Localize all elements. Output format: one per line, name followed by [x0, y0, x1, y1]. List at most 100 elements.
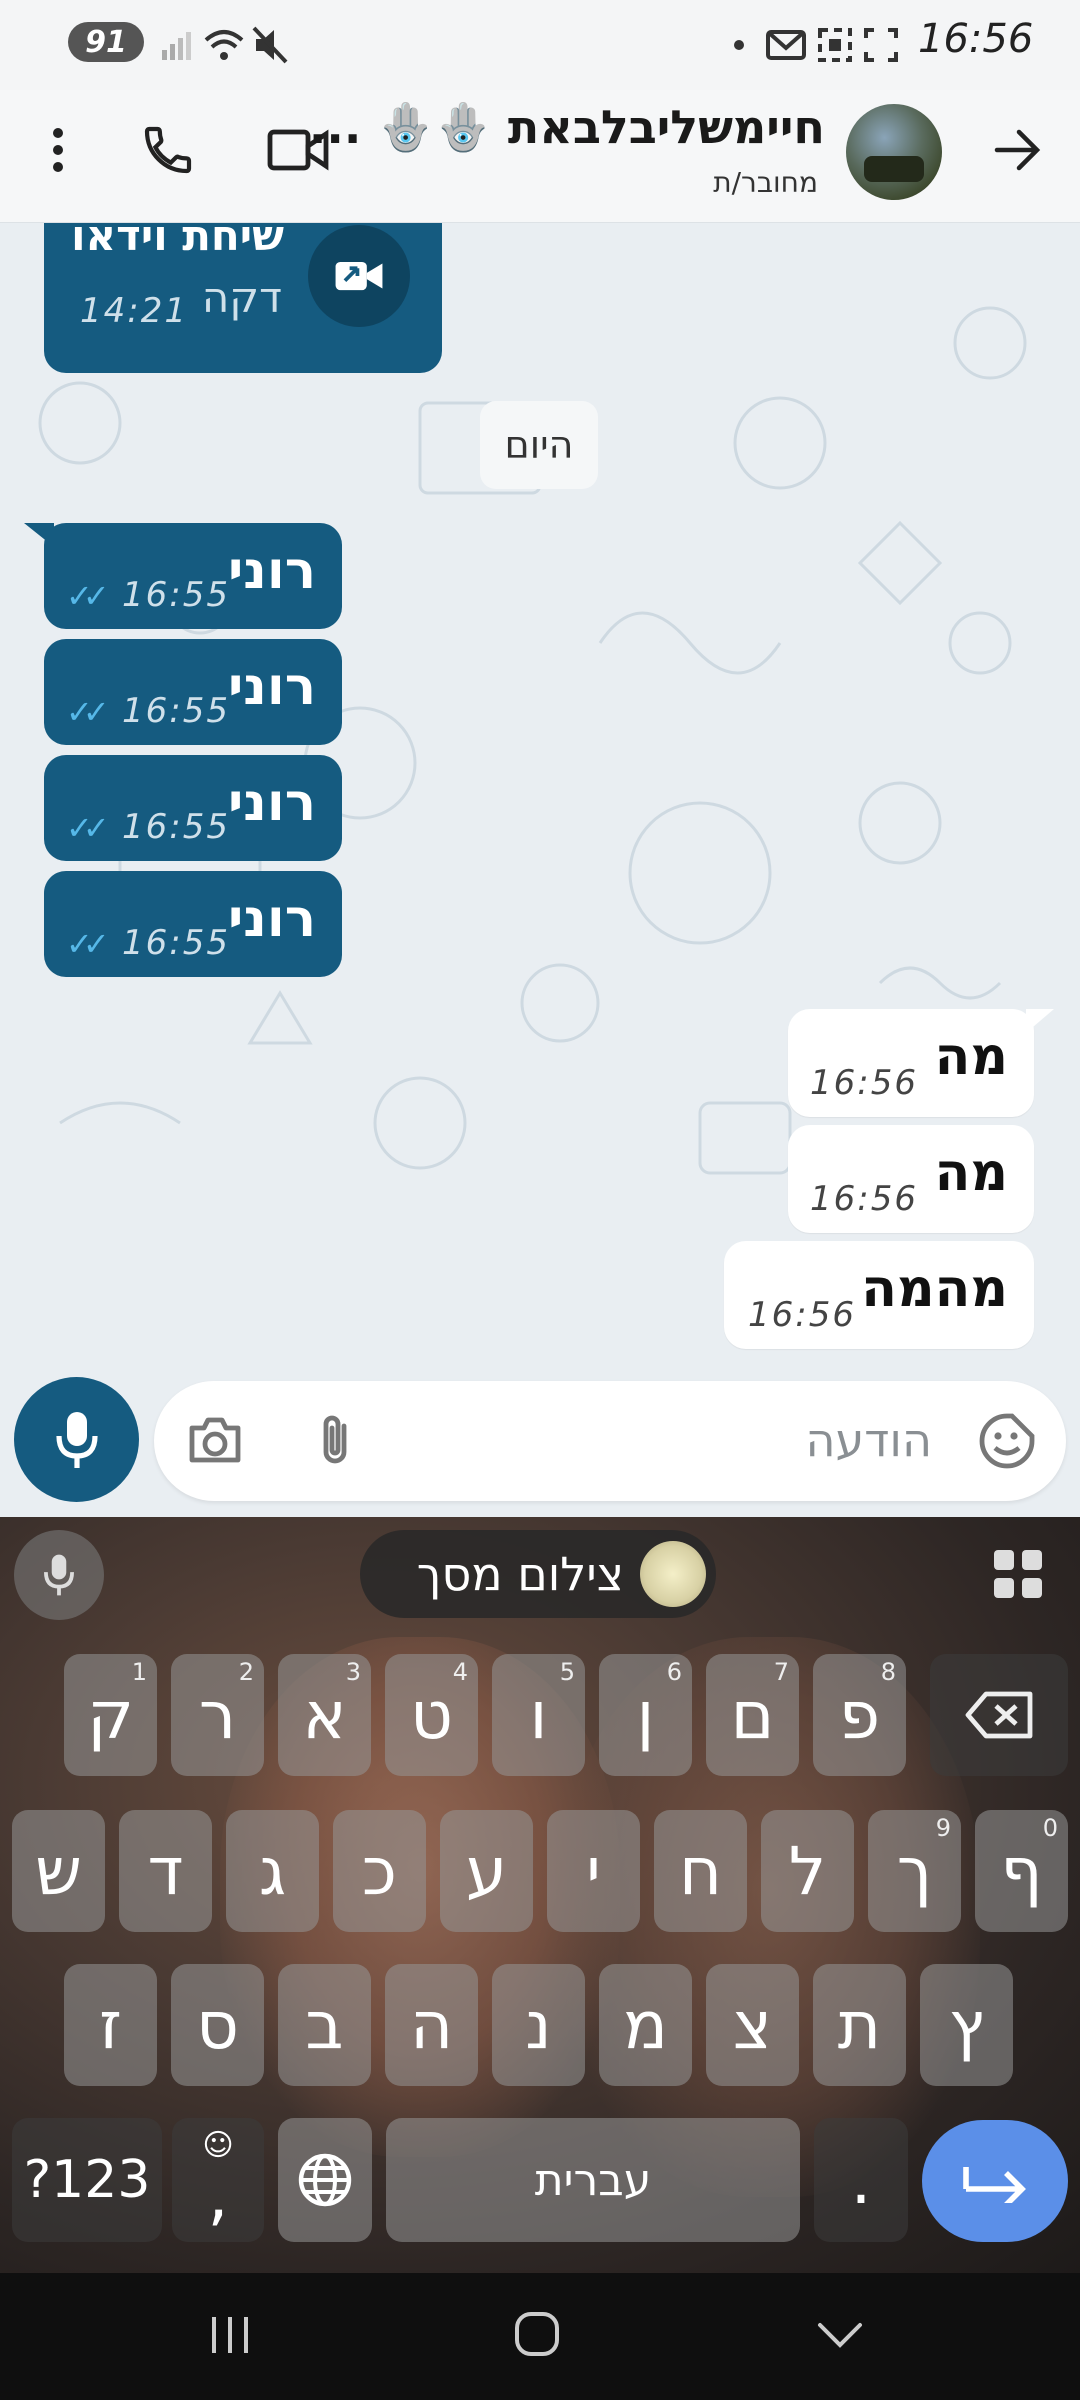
camera-icon[interactable] [186, 1414, 244, 1470]
key[interactable]: ף0 [975, 1810, 1068, 1932]
microphone-icon [55, 1411, 98, 1468]
key-label: ל [788, 1832, 827, 1910]
symbols-key[interactable]: ?123 [12, 2118, 162, 2242]
wifi-icon [204, 30, 244, 60]
key[interactable]: כ [333, 1810, 426, 1932]
key[interactable]: ת [813, 1964, 906, 2086]
key[interactable]: ע [440, 1810, 533, 1932]
message-text: רוני [227, 541, 316, 601]
key-label: ח [678, 1832, 723, 1910]
incoming-message-bubble[interactable]: מהמה 16:56 [724, 1241, 1034, 1349]
outgoing-message-bubble[interactable]: רוני 16:55 ✓✓ [44, 639, 342, 745]
key-label: ו [529, 1676, 548, 1754]
key[interactable]: י [547, 1810, 640, 1932]
key[interactable]: ש [12, 1810, 105, 1932]
more-options-icon[interactable] [30, 120, 86, 180]
video-call-duration: דקה [201, 273, 282, 322]
screen-capture-icon [864, 28, 898, 62]
key[interactable]: ן6 [599, 1654, 692, 1776]
key[interactable]: נ [492, 1964, 585, 2086]
key[interactable]: ה [385, 1964, 478, 2086]
key[interactable]: ו5 [492, 1654, 585, 1776]
contact-status: מחובר/ת [713, 166, 818, 199]
video-call-bubble[interactable]: שיחת וידאו דקה 14:21 [44, 223, 442, 373]
key-label: ה [409, 1986, 454, 2064]
key-number-hint: 4 [452, 1658, 468, 1686]
key[interactable]: צ [706, 1964, 799, 2086]
recent-apps-icon[interactable] [206, 2313, 256, 2357]
key-label: ס [196, 1986, 239, 2064]
key[interactable]: מ [599, 1964, 692, 2086]
enter-arrow-icon [963, 2167, 1026, 2203]
read-ticks-icon: ✓✓ [66, 925, 110, 963]
incoming-message-bubble[interactable]: מה 16:56 [788, 1009, 1034, 1117]
key-label: ץ [948, 1986, 985, 2064]
key-label: ע [465, 1832, 508, 1910]
key[interactable]: ט4 [385, 1654, 478, 1776]
key-number-hint: 7 [773, 1658, 789, 1686]
comma-key[interactable]: ☺ , [172, 2118, 264, 2242]
language-key[interactable] [278, 2118, 372, 2242]
video-call-title: שיחת וידאו [71, 223, 284, 260]
keyboard-menu-grid-icon[interactable] [990, 1546, 1046, 1602]
voice-message-button[interactable] [14, 1377, 139, 1502]
key[interactable]: ס [171, 1964, 264, 2086]
message-text: רוני [227, 889, 316, 949]
screenshot-chip-label: צילום מסך [416, 1547, 624, 1601]
home-icon[interactable] [512, 2309, 562, 2359]
backspace-key[interactable] [930, 1654, 1068, 1776]
key[interactable]: ד [119, 1810, 212, 1932]
key[interactable]: ם7 [706, 1654, 799, 1776]
key[interactable]: ב [278, 1964, 371, 2086]
message-time: 16:55 [122, 807, 230, 847]
backspace-icon [965, 1691, 1033, 1739]
key-label: מ [623, 1986, 668, 2064]
key-label: ז [99, 1986, 122, 2064]
battery-level: 91 [85, 24, 127, 60]
read-ticks-icon: ✓✓ [66, 693, 110, 731]
enter-key[interactable] [922, 2120, 1068, 2242]
key[interactable]: ק1 [64, 1654, 157, 1776]
outgoing-message-bubble[interactable]: רוני 16:55 ✓✓ [44, 523, 342, 629]
key[interactable]: ץ [920, 1964, 1013, 2086]
key[interactable]: ז [64, 1964, 157, 2086]
outgoing-message-bubble[interactable]: רוני 16:55 ✓✓ [44, 755, 342, 861]
key-label: כ [362, 1832, 397, 1910]
voice-call-icon[interactable] [134, 118, 202, 182]
screenshot-suggestion-chip[interactable]: צילום מסך [360, 1530, 716, 1618]
contact-name[interactable]: חיימשליבלבאת 🪬🪬 ... [309, 100, 825, 155]
message-text: מה [934, 1027, 1008, 1087]
key[interactable]: ל [761, 1810, 854, 1932]
contact-avatar[interactable] [846, 104, 942, 200]
key[interactable]: ר2 [171, 1654, 264, 1776]
back-arrow-icon[interactable] [986, 118, 1050, 182]
bubble-tail [24, 523, 54, 547]
key-label: ר [198, 1676, 237, 1754]
bubble-tail [1026, 1009, 1054, 1033]
key-number-hint: 9 [935, 1814, 951, 1842]
key[interactable]: פ8 [813, 1654, 906, 1776]
message-text: מהמה [861, 1259, 1008, 1319]
key[interactable]: ך9 [868, 1810, 961, 1932]
chat-area[interactable]: שיחת וידאו דקה 14:21 היום רוני 16:55 ✓✓ … [0, 223, 1080, 1383]
key-label: ן [636, 1676, 655, 1754]
screenshot-thumbnail [640, 1541, 706, 1607]
sticker-icon[interactable] [976, 1410, 1038, 1472]
key[interactable]: ח [654, 1810, 747, 1932]
key-label: ט [410, 1676, 453, 1754]
message-text: רוני [227, 773, 316, 833]
key[interactable]: ג [226, 1810, 319, 1932]
key-label: פ [838, 1676, 881, 1754]
incoming-message-bubble[interactable]: מה 16:56 [788, 1125, 1034, 1233]
space-key[interactable]: עברית [386, 2118, 800, 2242]
keyboard-voice-button[interactable] [14, 1530, 104, 1620]
status-time: 16:56 [918, 16, 1034, 62]
outgoing-message-bubble[interactable]: רוני 16:55 ✓✓ [44, 871, 342, 977]
key-number-hint: 6 [666, 1658, 682, 1686]
period-key[interactable]: . [814, 2118, 908, 2242]
hide-keyboard-icon[interactable] [814, 2313, 866, 2357]
message-notification-icon [766, 30, 806, 60]
key[interactable]: א3 [278, 1654, 371, 1776]
attachment-icon[interactable] [316, 1410, 362, 1472]
key-label: ת [837, 1986, 882, 2064]
